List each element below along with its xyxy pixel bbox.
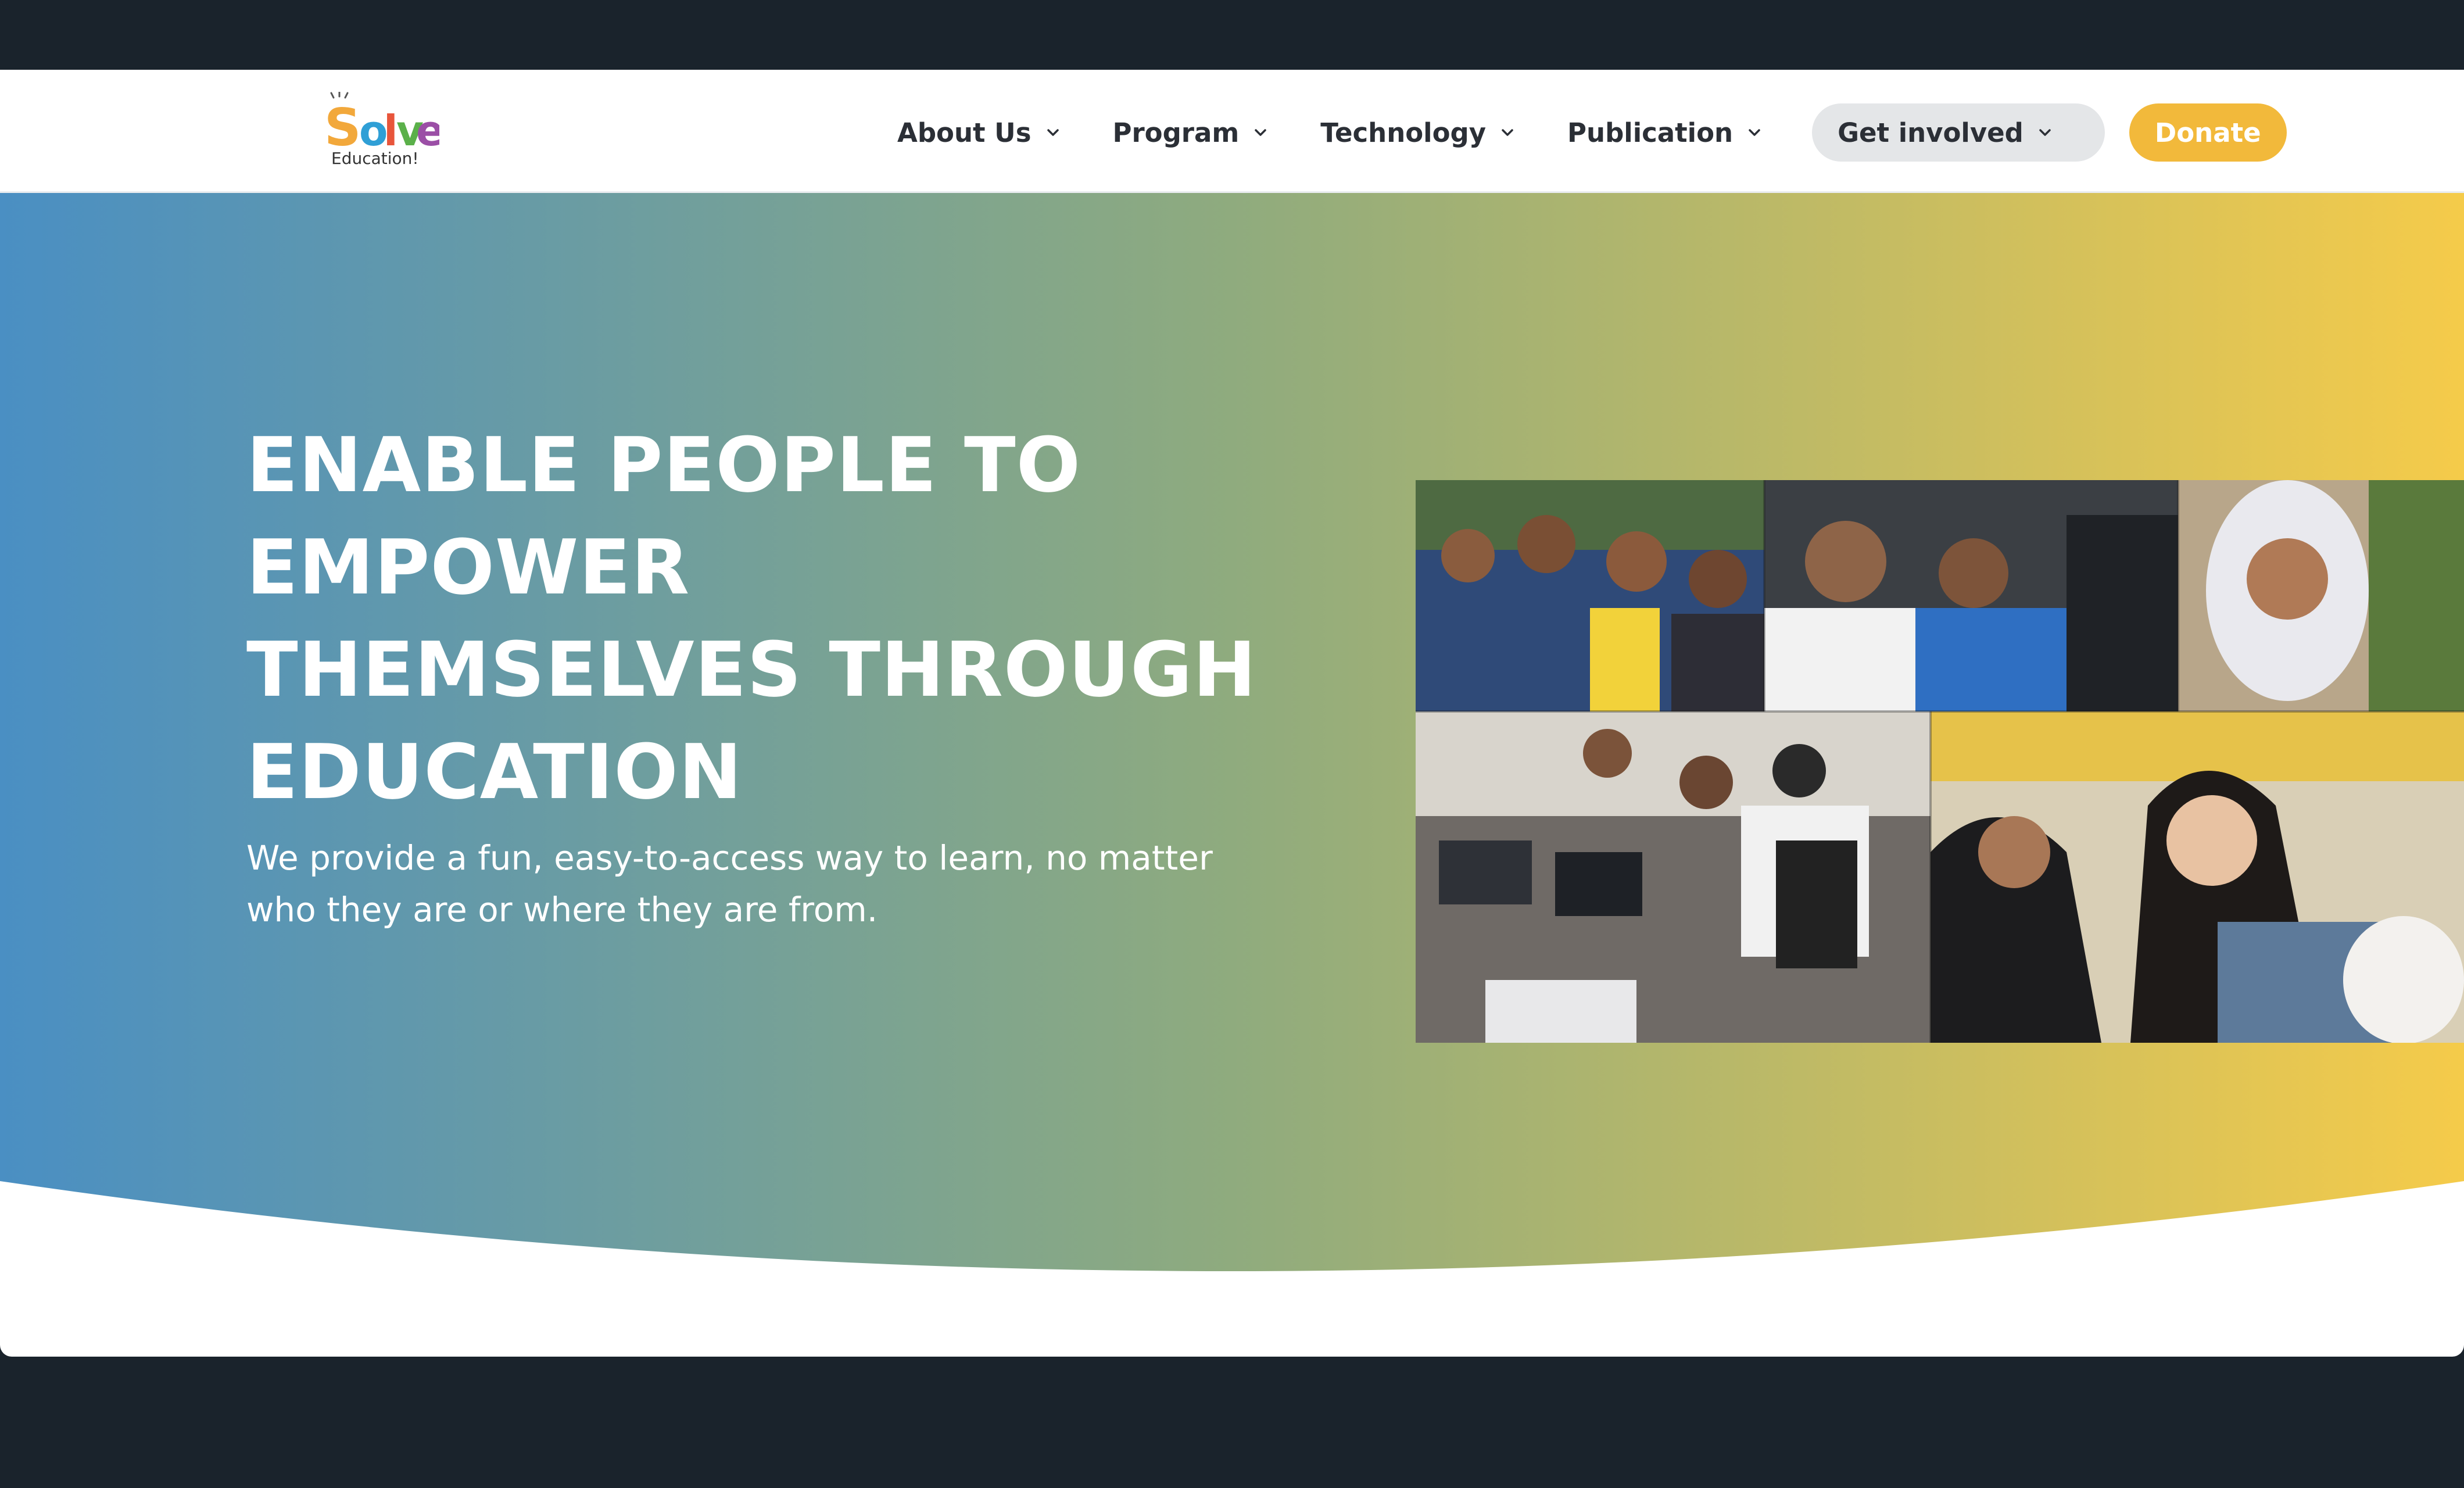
headline-line: EMPOWER	[246, 523, 690, 611]
browser-viewport: S o l v e Education! About Us Program Te…	[0, 70, 2464, 1357]
logo-graphic: S o l v e Education!	[324, 91, 445, 168]
donate-label: Donate	[2154, 117, 2261, 148]
svg-text:l: l	[384, 106, 398, 155]
chevron-down-icon	[1255, 129, 1266, 136]
solve-education-logo[interactable]: S o l v e Education!	[323, 91, 445, 171]
nav-publication[interactable]: Publication	[1542, 103, 1789, 162]
nav-about-us[interactable]: About Us	[872, 103, 1087, 162]
hero-section: ENABLE PEOPLE TO EMPOWER THEMSELVES THRO…	[0, 193, 2464, 1357]
main-nav: About Us Program Technology Publication …	[872, 103, 2287, 162]
nav-program[interactable]: Program	[1087, 103, 1295, 162]
nav-program-label: Program	[1112, 117, 1240, 148]
nav-technology[interactable]: Technology	[1295, 103, 1542, 162]
chevron-down-icon	[1502, 129, 1513, 136]
chevron-down-icon	[2039, 129, 2051, 136]
top-navbar: S o l v e Education! About Us Program Te…	[0, 70, 2464, 193]
students-photo-collage	[1416, 480, 2464, 1043]
hero-subtext: We provide a fun, easy-to-access way to …	[246, 838, 1213, 929]
get-involved-label: Get involved	[1838, 117, 2024, 148]
svg-text:Education!: Education!	[331, 149, 419, 168]
nav-about-us-label: About Us	[897, 117, 1032, 148]
donate-button[interactable]: Donate	[2129, 103, 2287, 162]
collage-image	[1416, 480, 2464, 1043]
headline-line: THEMSELVES THROUGH	[246, 625, 1257, 714]
headline-line: ENABLE PEOPLE TO	[246, 421, 1081, 509]
hero-headline: ENABLE PEOPLE TO EMPOWER THEMSELVES THRO…	[246, 414, 1351, 823]
headline-line: EDUCATION	[246, 728, 743, 816]
chevron-down-icon	[1749, 129, 1760, 136]
nav-publication-label: Publication	[1567, 117, 1734, 148]
svg-text:e: e	[416, 106, 439, 155]
chevron-down-icon	[1047, 129, 1059, 136]
get-involved-button[interactable]: Get involved	[1812, 103, 2105, 162]
nav-technology-label: Technology	[1320, 117, 1487, 148]
